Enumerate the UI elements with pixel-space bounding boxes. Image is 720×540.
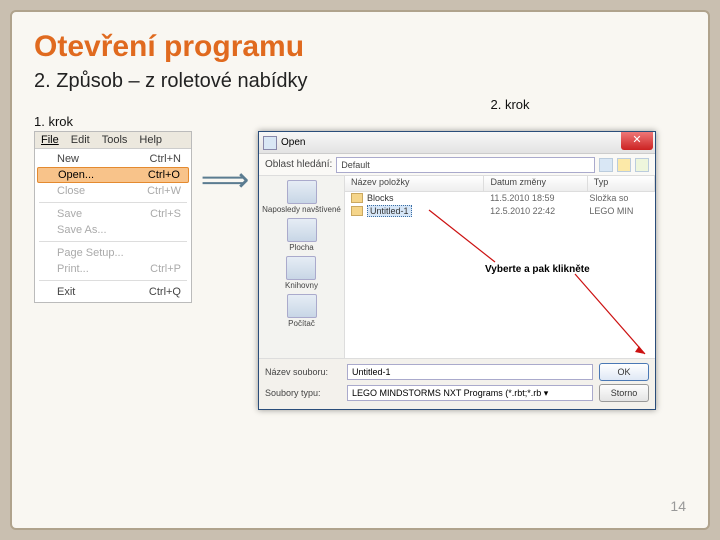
file-icon bbox=[351, 206, 363, 216]
folder-icon bbox=[287, 294, 317, 318]
file-row[interactable]: Blocks11.5.2010 18:59Složka so bbox=[345, 192, 655, 204]
view-menu-icon[interactable] bbox=[635, 158, 649, 172]
lookin-label: Oblast hledání: bbox=[265, 159, 332, 170]
menubar-tools[interactable]: Tools bbox=[96, 132, 134, 148]
menubar-file[interactable]: File bbox=[35, 132, 65, 148]
folder-icon bbox=[287, 218, 317, 242]
filetype-label: Soubory typu: bbox=[265, 388, 341, 398]
filename-field[interactable]: Untitled-1 bbox=[347, 364, 593, 380]
slide-subtitle: 2. Způsob – z roletové nabídky bbox=[34, 70, 686, 93]
step2-label: 2. krok bbox=[334, 97, 686, 112]
up-folder-icon[interactable] bbox=[599, 158, 613, 172]
step1-label: 1. krok bbox=[34, 114, 686, 129]
right-arrow-icon: ⟹ bbox=[200, 167, 250, 193]
filename-label: Název souboru: bbox=[265, 367, 341, 377]
file-icon bbox=[351, 193, 363, 203]
dialog-titlebar: Open ✕ bbox=[259, 132, 655, 154]
file-row[interactable]: Untitled-112.5.2010 22:42LEGO MIN bbox=[345, 204, 655, 218]
dialog-footer: Název souboru: Untitled-1 OK Soubory typ… bbox=[259, 358, 655, 409]
col-date[interactable]: Datum změny bbox=[484, 176, 587, 191]
menu-separator bbox=[39, 280, 187, 281]
open-dialog: Open ✕ Oblast hledání: Default Naposledy… bbox=[258, 131, 656, 410]
menu-item-new[interactable]: NewCtrl+N bbox=[35, 151, 191, 167]
folder-icon bbox=[286, 256, 316, 280]
slide-title: Otevření programu bbox=[34, 30, 686, 64]
places-item[interactable]: Naposledy navštívené bbox=[262, 180, 341, 214]
folder-icon bbox=[287, 180, 317, 204]
dialog-icon bbox=[263, 136, 277, 150]
menu-item-close: CloseCtrl+W bbox=[35, 183, 191, 199]
menubar: File Edit Tools Help bbox=[35, 132, 191, 149]
cancel-button[interactable]: Storno bbox=[599, 384, 649, 402]
col-name[interactable]: Název položky bbox=[345, 176, 484, 191]
ok-button[interactable]: OK bbox=[599, 363, 649, 381]
dialog-title: Open bbox=[281, 137, 305, 148]
file-list-area: Název položky Datum změny Typ Blocks11.5… bbox=[345, 176, 655, 358]
new-folder-icon[interactable] bbox=[617, 158, 631, 172]
menu-separator bbox=[39, 241, 187, 242]
menubar-help[interactable]: Help bbox=[133, 132, 168, 148]
dialog-toolbar: Oblast hledání: Default bbox=[259, 154, 655, 176]
menu-item-save: SaveCtrl+S bbox=[35, 206, 191, 222]
menu-item-pagesetup: Page Setup... bbox=[35, 245, 191, 261]
menu-item-open[interactable]: Open...Ctrl+O bbox=[37, 167, 189, 183]
col-type[interactable]: Typ bbox=[588, 176, 655, 191]
list-header: Název položky Datum změny Typ bbox=[345, 176, 655, 192]
lookin-combo[interactable]: Default bbox=[336, 157, 595, 173]
menu-item-print: Print...Ctrl+P bbox=[35, 261, 191, 277]
menu-item-saveas: Save As... bbox=[35, 222, 191, 238]
hint-text: Vyberte a pak klikněte bbox=[485, 264, 590, 275]
places-item[interactable]: Počítač bbox=[287, 294, 317, 328]
file-menu-panel: File Edit Tools Help NewCtrl+NOpen...Ctr… bbox=[34, 131, 192, 303]
menubar-edit[interactable]: Edit bbox=[65, 132, 96, 148]
filetype-field[interactable]: LEGO MINDSTORMS NXT Programs (*.rbt;*.rb… bbox=[347, 385, 593, 401]
places-item[interactable]: Plocha bbox=[287, 218, 317, 252]
page-number: 14 bbox=[670, 498, 686, 514]
menu-item-exit[interactable]: ExitCtrl+Q bbox=[35, 284, 191, 300]
close-icon[interactable]: ✕ bbox=[621, 132, 653, 150]
places-sidebar: Naposledy navštívené Plocha Knihovny Počíta… bbox=[259, 176, 345, 358]
menu-separator bbox=[39, 202, 187, 203]
places-item[interactable]: Knihovny bbox=[285, 256, 318, 290]
